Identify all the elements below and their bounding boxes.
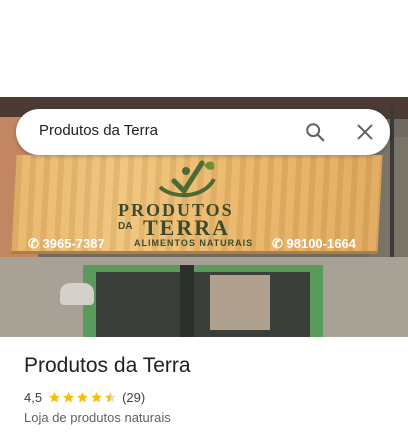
- star-icon: [105, 391, 116, 402]
- star-icon: [77, 391, 88, 402]
- star-icon: [49, 391, 60, 402]
- sign-phone-right: ✆ 98100-1664: [272, 236, 356, 251]
- search-bar[interactable]: Produtos da Terra: [16, 109, 390, 155]
- search-query[interactable]: Produtos da Terra: [39, 122, 158, 139]
- place-title: Produtos da Terra: [24, 354, 191, 377]
- sign-brand-da: DA: [118, 221, 133, 232]
- search-icon[interactable]: [304, 121, 326, 143]
- rating-stars: [48, 391, 118, 404]
- sign-phone-right-number: 98100-1664: [286, 236, 356, 251]
- place-category[interactable]: Loja de produtos naturais: [24, 410, 171, 425]
- photo-shop-interior: [96, 272, 310, 337]
- photo-shop-window: [210, 275, 270, 330]
- rating-row[interactable]: 4,5 (29): [24, 388, 145, 406]
- sign-phone-left: ✆ 3965-7387: [28, 236, 105, 251]
- review-count[interactable]: (29): [122, 390, 145, 405]
- sign-phone-left-number: 3965-7387: [42, 236, 105, 251]
- shop-logo-icon: [158, 160, 216, 198]
- star-icon: [91, 391, 102, 402]
- photo-pole: [180, 265, 194, 337]
- star-icon: [63, 391, 74, 402]
- photo-car: [60, 283, 94, 305]
- rating-value: 4,5: [24, 389, 43, 405]
- sign-tagline: ALIMENTOS NATURAIS: [134, 238, 254, 248]
- close-icon[interactable]: [354, 121, 376, 143]
